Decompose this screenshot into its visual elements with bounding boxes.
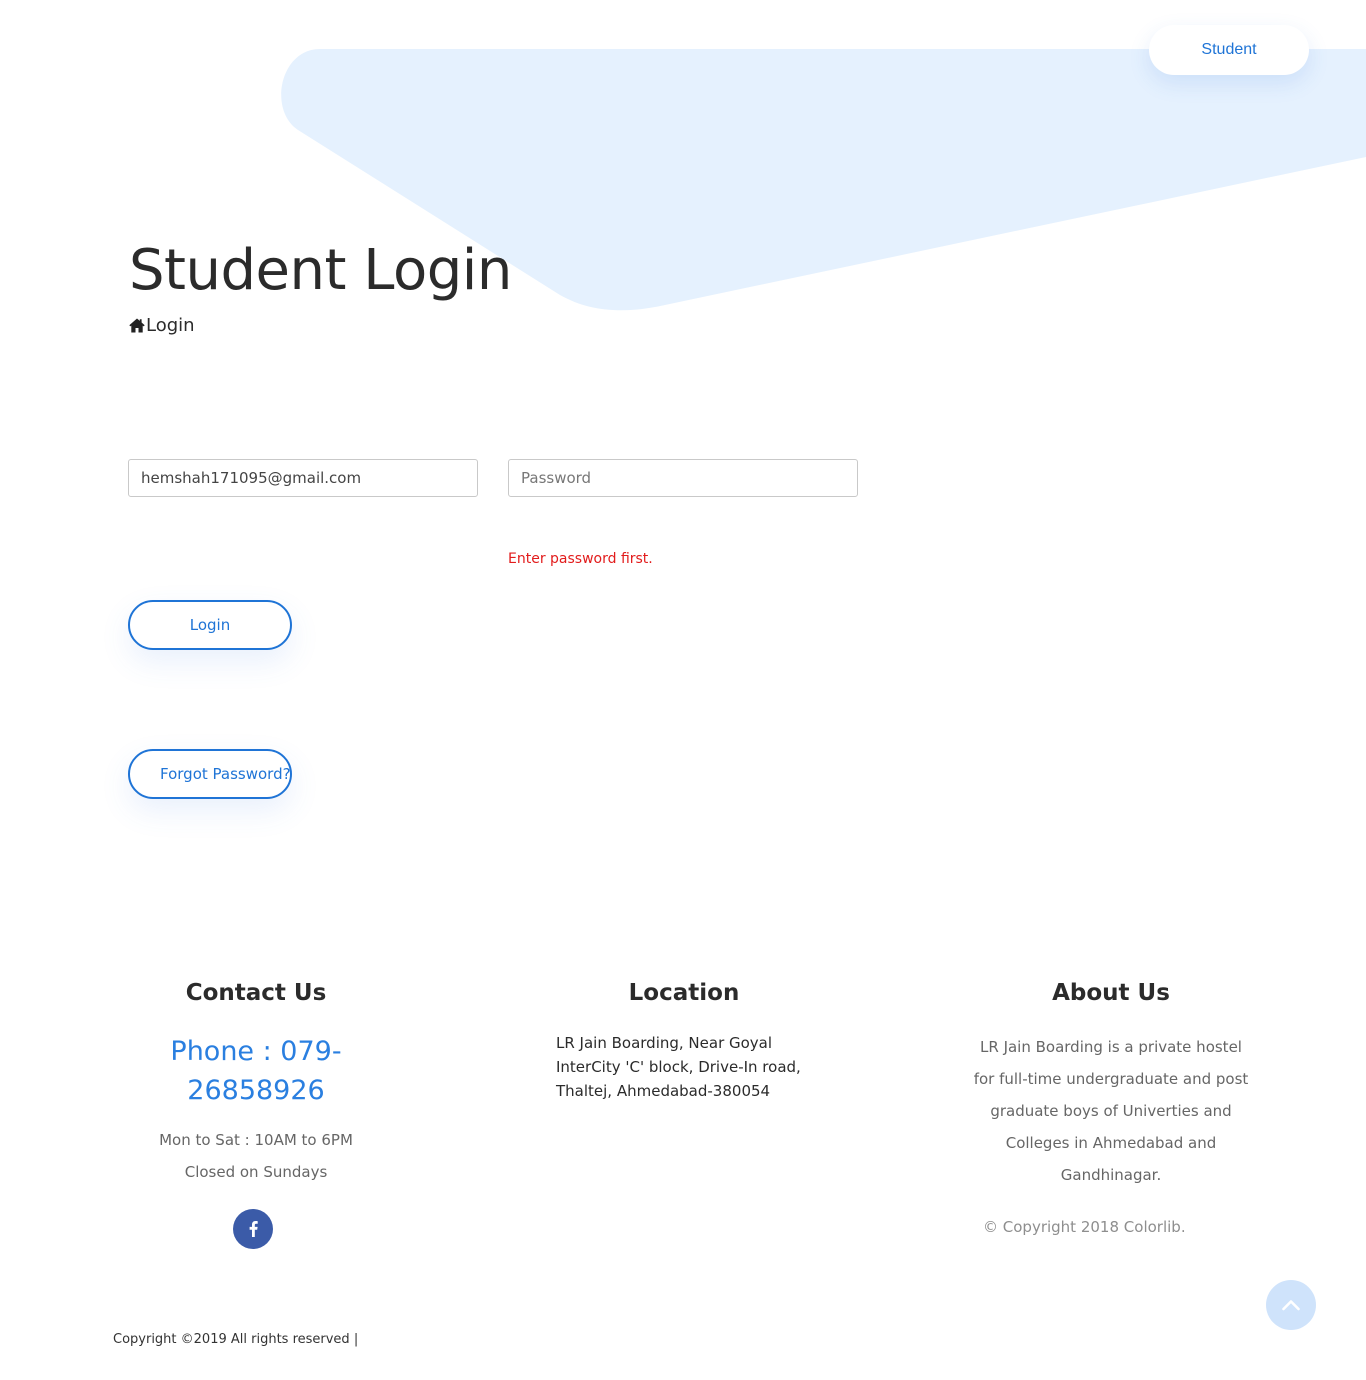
breadcrumb-login-link[interactable]: Login <box>146 315 195 336</box>
password-error-message: Enter password first. <box>508 551 653 567</box>
contact-heading: Contact Us <box>185 980 327 1006</box>
chevron-up-icon <box>1282 1299 1300 1311</box>
breadcrumb: Login <box>129 315 195 336</box>
page-title: Student Login <box>129 238 512 303</box>
scroll-to-top-button[interactable] <box>1266 1280 1316 1330</box>
facebook-icon <box>249 1221 258 1237</box>
facebook-link[interactable] <box>233 1209 273 1249</box>
email-input[interactable] <box>128 459 478 497</box>
login-button[interactable]: Login <box>128 600 292 650</box>
colorlib-link[interactable]: Colorlib. <box>1124 1218 1186 1236</box>
copyright-prefix: © Copyright 2018 <box>983 1218 1120 1236</box>
home-icon <box>129 318 145 333</box>
address-text: LR Jain Boarding, Near Goyal InterCity '… <box>556 1034 801 1100</box>
location-heading: Location <box>628 980 740 1006</box>
password-input[interactable] <box>508 459 858 497</box>
closed-days: Closed on Sundays <box>184 1163 328 1181</box>
bottom-copyright: Copyright ©2019 All rights reserved | <box>113 1332 359 1347</box>
about-text: LR Jain Boarding is a private hostel for… <box>973 1038 1249 1184</box>
about-heading: About Us <box>1052 980 1170 1006</box>
colorlib-copyright: © Copyright 2018 Colorlib. <box>983 1218 1186 1236</box>
phone-number[interactable]: Phone : 079-26858926 <box>131 1032 381 1110</box>
forgot-password-button[interactable]: Forgot Password? <box>128 749 292 799</box>
opening-hours: Mon to Sat : 10AM to 6PM <box>159 1131 353 1149</box>
student-nav-button[interactable]: Student <box>1149 25 1309 75</box>
